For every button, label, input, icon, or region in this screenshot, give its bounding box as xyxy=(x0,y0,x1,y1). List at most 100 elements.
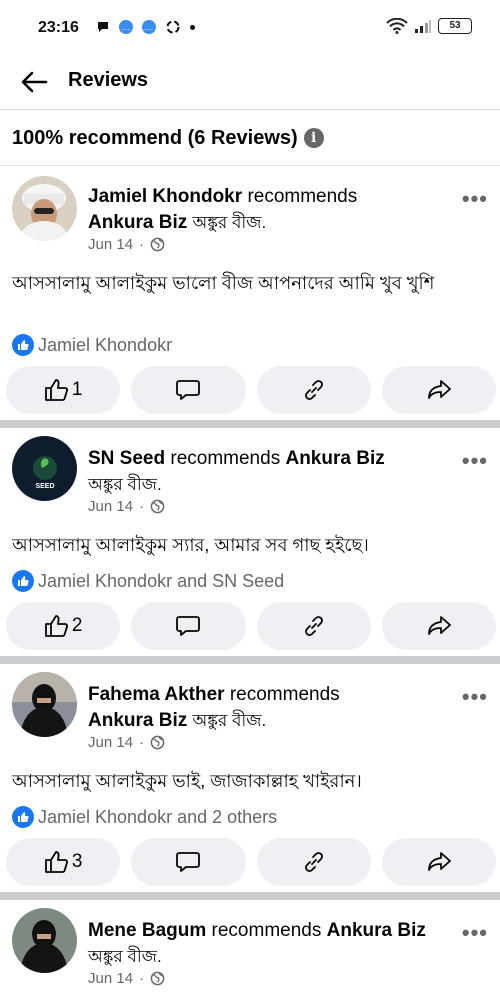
action-bar: 1 xyxy=(6,366,496,414)
summary-label: 100% recommend (6 Reviews) xyxy=(12,127,298,149)
reviewer-name[interactable]: Jamiel Khondokr xyxy=(88,186,242,207)
review-card: Fahema Akther recommends Ankura Biz অঙ্ক… xyxy=(0,664,500,892)
like-button[interactable]: 1 xyxy=(6,366,121,414)
wifi-icon xyxy=(386,18,408,34)
page-name[interactable]: Ankura Biz xyxy=(88,212,187,233)
page-title: Reviews xyxy=(68,69,149,91)
more-options-icon[interactable]: ••• xyxy=(462,920,488,946)
back-arrow-icon[interactable] xyxy=(18,66,50,98)
avatar[interactable] xyxy=(12,672,77,737)
review-header: SN Seed recommends Ankura Biz অঙ্কুর বীজ… xyxy=(88,446,448,498)
globe-icon xyxy=(150,971,165,986)
like-reaction-icon xyxy=(12,806,34,828)
sync-icon xyxy=(166,20,180,34)
more-notifications-dot-icon xyxy=(190,24,195,30)
review-separator xyxy=(0,892,500,900)
link-icon xyxy=(304,616,323,636)
recommends-label: recommends xyxy=(229,684,340,705)
liked-by-text: Jamiel Khondokr and SN Seed xyxy=(38,570,285,591)
liked-by-text: Jamiel Khondokr and 2 others xyxy=(38,806,278,827)
review-header: Fahema Akther recommends Ankura Biz অঙ্ক… xyxy=(88,682,448,734)
review-date[interactable]: Jun 14 xyxy=(88,970,133,987)
share-arrow-icon xyxy=(427,616,451,635)
like-count: 3 xyxy=(71,851,83,872)
review-text: আসসালামু আলাইকুম ভাই, জাজাকাল্লাহ খাইরান… xyxy=(12,771,362,791)
meta-separator: · xyxy=(139,970,145,987)
page-name[interactable]: Ankura Biz xyxy=(88,710,187,731)
liked-by-text: Jamiel Khondokr xyxy=(38,334,173,355)
info-icon[interactable]: i xyxy=(303,128,324,148)
reviewer-name[interactable]: Fahema Akther xyxy=(88,684,225,705)
reviewer-name[interactable]: SN Seed xyxy=(88,448,165,469)
avatar[interactable]: SEED xyxy=(12,436,77,501)
comment-button[interactable] xyxy=(131,838,246,886)
globe-icon xyxy=(150,499,165,514)
reaction-summary[interactable]: Jamiel Khondokr xyxy=(12,334,172,356)
thumbs-up-icon xyxy=(44,615,68,637)
notification-icons: … … xyxy=(96,19,195,35)
copy-link-button[interactable] xyxy=(256,602,371,650)
recommends-label: recommends xyxy=(211,920,322,941)
page-name-bengali[interactable]: অঙ্কুর বীজ. xyxy=(88,475,162,494)
avatar[interactable] xyxy=(12,176,77,241)
more-options-icon[interactable]: ••• xyxy=(462,448,488,474)
messenger-icon-2: … xyxy=(142,20,156,34)
review-card: Jamiel Khondokr recommends Ankura Biz অঙ… xyxy=(0,166,500,420)
page-name[interactable]: Ankura Biz xyxy=(327,920,426,941)
link-icon xyxy=(304,852,323,872)
more-options-icon[interactable]: ••• xyxy=(462,186,488,212)
thumbs-up-icon xyxy=(44,379,68,401)
copy-link-button[interactable] xyxy=(256,838,371,886)
comment-button[interactable] xyxy=(131,366,246,414)
comment-button[interactable] xyxy=(131,602,246,650)
share-button[interactable] xyxy=(381,838,496,886)
reviewer-name[interactable]: Mene Bagum xyxy=(88,920,206,941)
review-separator xyxy=(0,420,500,428)
copy-link-button[interactable] xyxy=(256,366,371,414)
like-button[interactable]: 2 xyxy=(6,602,121,650)
review-text: আসসালামু আলাইকুম ভালো বীজ আপনাদের আমি খু… xyxy=(12,273,435,293)
like-button[interactable]: 3 xyxy=(6,838,121,886)
signal-icon xyxy=(415,20,431,33)
review-date[interactable]: Jun 14 xyxy=(88,236,133,253)
page-name[interactable]: Ankura Biz xyxy=(285,448,384,469)
comment-icon xyxy=(176,852,201,872)
review-meta: Jun 14 · xyxy=(88,734,165,751)
status-bar: 23:16 … … 53 xyxy=(0,0,500,56)
comment-icon xyxy=(176,616,201,636)
more-options-icon[interactable]: ••• xyxy=(462,684,488,710)
action-bar: 2 xyxy=(6,602,496,650)
thumbs-up-icon xyxy=(44,851,68,873)
review-date[interactable]: Jun 14 xyxy=(88,498,133,515)
page-name-bengali[interactable]: অঙ্কুর বীজ. xyxy=(88,947,162,966)
like-reaction-icon xyxy=(12,334,34,356)
review-date[interactable]: Jun 14 xyxy=(88,734,133,751)
like-count: 1 xyxy=(71,379,83,400)
meta-separator: · xyxy=(139,498,145,515)
globe-icon xyxy=(150,237,165,252)
share-button[interactable] xyxy=(381,602,496,650)
share-arrow-icon xyxy=(427,852,451,871)
comment-icon xyxy=(176,380,201,400)
share-button[interactable] xyxy=(381,366,496,414)
reaction-summary[interactable]: Jamiel Khondokr and SN Seed xyxy=(12,570,284,592)
page-name-bengali[interactable]: অঙ্কুর বীজ. xyxy=(193,213,267,232)
battery-indicator: 53 xyxy=(438,18,472,34)
avatar-seed-label: SEED xyxy=(35,483,54,490)
review-card: SEED SN Seed recommends Ankura Biz অঙ্কু… xyxy=(0,428,500,656)
reaction-summary[interactable]: Jamiel Khondokr and 2 others xyxy=(12,806,277,828)
recommend-summary-text: 100% recommend (6 Reviews) i xyxy=(12,127,324,150)
review-header: Mene Bagum recommends Ankura Biz অঙ্কুর … xyxy=(88,918,448,970)
link-icon xyxy=(304,380,323,400)
globe-icon xyxy=(150,735,165,750)
like-count: 2 xyxy=(71,615,83,636)
recommend-summary: 100% recommend (6 Reviews) i xyxy=(0,110,500,166)
review-separator xyxy=(0,656,500,664)
share-arrow-icon xyxy=(427,380,451,399)
review-header: Jamiel Khondokr recommends Ankura Biz অঙ… xyxy=(88,184,448,236)
recommends-label: recommends xyxy=(247,186,358,207)
review-meta: Jun 14 · xyxy=(88,498,165,515)
review-meta: Jun 14 · xyxy=(88,236,165,253)
page-name-bengali[interactable]: অঙ্কুর বীজ. xyxy=(193,711,267,730)
avatar[interactable] xyxy=(12,908,77,973)
